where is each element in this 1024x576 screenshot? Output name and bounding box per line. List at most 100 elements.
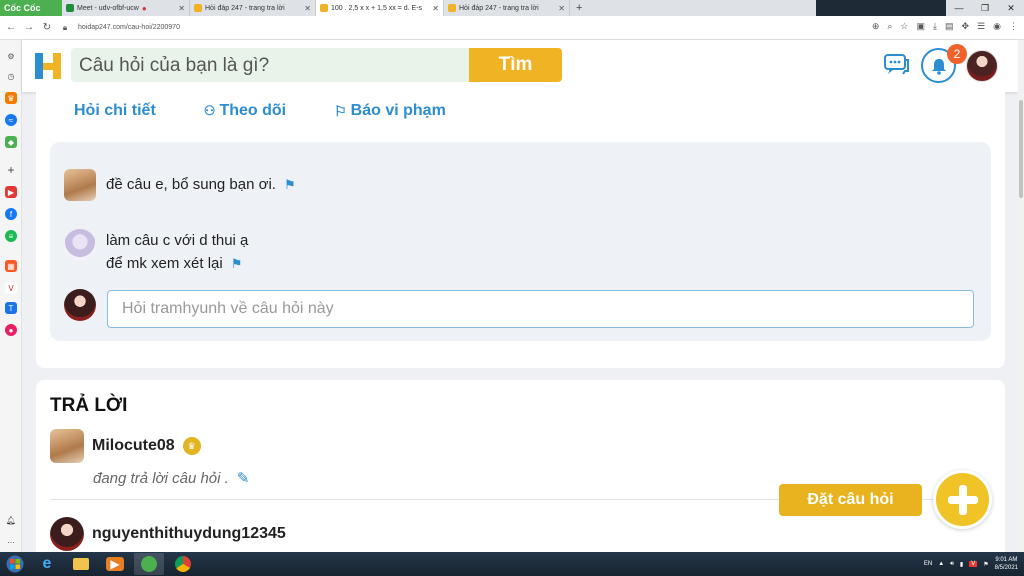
commenter-avatar[interactable] bbox=[64, 169, 96, 201]
game-icon[interactable]: ◆ bbox=[5, 136, 17, 148]
answer-item: nguyenthithuydung12345 bbox=[50, 517, 286, 551]
ask-question-button[interactable] bbox=[933, 470, 992, 529]
vtv-icon[interactable]: V bbox=[5, 282, 17, 294]
comment-item: làm câu c với d thui ạ để mk xem xét lại… bbox=[64, 229, 248, 275]
clock[interactable]: 9:01 AM 8/5/2021 bbox=[995, 556, 1018, 572]
forward-icon[interactable]: → bbox=[22, 22, 36, 33]
browser-brand[interactable]: Cốc Cốc bbox=[0, 0, 62, 16]
start-button[interactable] bbox=[2, 553, 28, 575]
question-card: Hỏi chi tiết ⚇ Theo dõi ⚐ Báo vi phạm đề c… bbox=[36, 92, 1005, 368]
current-user-avatar bbox=[64, 289, 96, 321]
answers-heading: TRẢ LỜI bbox=[50, 395, 128, 416]
close-tab-icon[interactable]: ✕ bbox=[304, 4, 311, 13]
history-icon[interactable]: ◷ bbox=[5, 70, 17, 82]
comment-text: làm câu c với d thui ạ để mk xem xét lại… bbox=[106, 232, 249, 272]
question-actions: Hỏi chi tiết ⚇ Theo dõi ⚐ Báo vi phạm bbox=[74, 102, 446, 120]
comments-section: đề câu e, bổ sung bạn ơi. ⚑ làm câu c với… bbox=[50, 142, 991, 341]
close-window-icon[interactable]: ✕ bbox=[998, 0, 1024, 16]
flag-tray-icon[interactable]: ⚑ bbox=[983, 561, 988, 568]
more-icon[interactable]: … bbox=[5, 534, 17, 546]
coccoc-taskbar-icon[interactable] bbox=[134, 553, 164, 575]
app-icon[interactable]: ● bbox=[5, 324, 17, 336]
user-avatar[interactable] bbox=[966, 50, 998, 82]
messenger-icon[interactable]: ≈ bbox=[5, 114, 17, 126]
crown-icon[interactable]: ♛ bbox=[5, 92, 17, 104]
window-controls: — ❐ ✕ bbox=[816, 0, 1024, 16]
browser-tab-strip: Cốc Cốc Meet - udv-ofbf-ucw ● ✕ Hỏi đáp … bbox=[0, 0, 1024, 16]
shopping-icon[interactable]: ▦ bbox=[5, 260, 17, 272]
meet-icon bbox=[66, 4, 74, 12]
volume-icon[interactable]: 🔊︎ bbox=[950, 561, 954, 568]
search-input[interactable]: Câu hỏi của bạn là gì? bbox=[71, 48, 469, 82]
ask-detail-link[interactable]: Hỏi chi tiết bbox=[74, 102, 156, 120]
report-flag-icon[interactable]: ⚑ bbox=[284, 177, 296, 192]
comment-text: đề câu e, bổ sung bạn ơi. ⚑ bbox=[106, 176, 296, 193]
download-icon[interactable]: ⤓ bbox=[933, 21, 937, 32]
browser-tab-active[interactable]: 100 . 2,5 x x + 1,5 xx = d. E-s ✕ bbox=[316, 0, 444, 16]
facebook-icon[interactable]: f bbox=[5, 208, 17, 220]
star-icon[interactable]: ☆ bbox=[900, 21, 908, 32]
back-icon[interactable]: ← bbox=[4, 22, 18, 33]
youtube-icon[interactable]: ▶ bbox=[5, 186, 17, 198]
explorer-icon[interactable] bbox=[66, 553, 96, 575]
browser-tab[interactable]: Hỏi đáp 247 - trang tra lời ✕ bbox=[444, 0, 570, 16]
follow-icon: ⚇ bbox=[203, 103, 216, 118]
lock-icon[interactable]: 🔒︎ bbox=[58, 23, 72, 33]
browser-toolbar-icons: ⊕ ⌕ ☆ ▣ ⤓ ▤ ✥ ☰ ◉ ⋮ bbox=[872, 21, 1018, 32]
account-icon[interactable]: ◉ bbox=[993, 21, 1001, 32]
close-tab-icon[interactable]: ✕ bbox=[558, 4, 565, 13]
tiki-icon[interactable]: T bbox=[5, 302, 17, 314]
save-icon[interactable]: ▤ bbox=[945, 21, 954, 32]
spotify-icon[interactable]: ≡ bbox=[5, 230, 17, 242]
menu-icon[interactable]: ⋮ bbox=[1009, 21, 1018, 32]
comment-item: đề câu e, bổ sung bạn ơi. ⚑ bbox=[64, 169, 296, 201]
chrome-icon[interactable] bbox=[168, 553, 198, 575]
pencil-icon: ✎ bbox=[236, 470, 250, 487]
add-icon[interactable]: + bbox=[5, 163, 17, 177]
new-tab-icon[interactable]: + bbox=[570, 2, 588, 14]
site-favicon-icon bbox=[448, 4, 456, 12]
settings-icon[interactable]: ⚙ bbox=[5, 50, 17, 62]
scrollbar-thumb[interactable] bbox=[1019, 100, 1023, 198]
report-flag-icon[interactable]: ⚑ bbox=[231, 256, 243, 271]
bell-icon bbox=[931, 58, 946, 75]
site-favicon-icon bbox=[194, 4, 202, 12]
notification-badge: 2 bbox=[947, 44, 967, 64]
answerer-avatar[interactable] bbox=[50, 429, 84, 463]
tray-arrow-icon[interactable]: ▲ bbox=[938, 561, 944, 567]
answerer-name[interactable]: Milocute08 bbox=[92, 437, 175, 455]
close-tab-icon[interactable]: ✕ bbox=[432, 4, 439, 13]
language-indicator[interactable]: EN bbox=[924, 561, 932, 567]
comment-composer bbox=[64, 289, 96, 321]
hoidap-logo-icon[interactable] bbox=[34, 51, 62, 81]
windows-icon bbox=[6, 555, 24, 573]
reading-list-icon[interactable]: ☰ bbox=[977, 21, 985, 32]
comment-input[interactable]: Hỏi tramhyunh về câu hỏi này bbox=[107, 290, 974, 328]
follow-link[interactable]: ⚇ Theo dõi bbox=[204, 102, 286, 120]
ask-question-label[interactable]: Đặt câu hỏi bbox=[779, 484, 922, 516]
url-field[interactable]: hoidap247.com/cau-hoi/2200970 bbox=[78, 24, 180, 31]
puzzle-icon[interactable]: ✥ bbox=[962, 21, 970, 32]
reload-icon[interactable]: ↻ bbox=[40, 22, 54, 33]
minimize-icon[interactable]: — bbox=[946, 0, 972, 16]
media-player-icon[interactable]: ▶ bbox=[100, 553, 130, 575]
maximize-icon[interactable]: ❐ bbox=[972, 0, 998, 16]
search-icon[interactable]: ⌕ bbox=[887, 21, 892, 32]
answerer-name[interactable]: nguyenthithuydung12345 bbox=[92, 525, 286, 543]
browser-tab[interactable]: Hỏi đáp 247 - trang tra lời ✕ bbox=[190, 0, 316, 16]
ie-icon[interactable]: e bbox=[32, 553, 62, 575]
desktop-background bbox=[816, 0, 946, 16]
answerer-avatar[interactable] bbox=[50, 517, 84, 551]
system-tray: EN ▲ 🔊︎ ▮ V ⚑ 9:01 AM 8/5/2021 bbox=[924, 556, 1018, 572]
extension-icon[interactable]: ▣ bbox=[917, 21, 926, 32]
report-link[interactable]: ⚐ Báo vi phạm bbox=[334, 102, 446, 120]
search-button[interactable]: Tìm bbox=[469, 48, 562, 82]
notification-bell-icon[interactable]: 🔔︎ bbox=[5, 514, 17, 526]
antivirus-icon[interactable]: V bbox=[969, 561, 978, 567]
zoom-icon[interactable]: ⊕ bbox=[872, 21, 880, 32]
chat-icon[interactable] bbox=[883, 53, 911, 77]
network-icon[interactable]: ▮ bbox=[960, 561, 963, 568]
close-tab-icon[interactable]: ✕ bbox=[178, 4, 185, 13]
commenter-avatar[interactable] bbox=[64, 229, 96, 261]
browser-tab[interactable]: Meet - udv-ofbf-ucw ● ✕ bbox=[62, 0, 190, 16]
